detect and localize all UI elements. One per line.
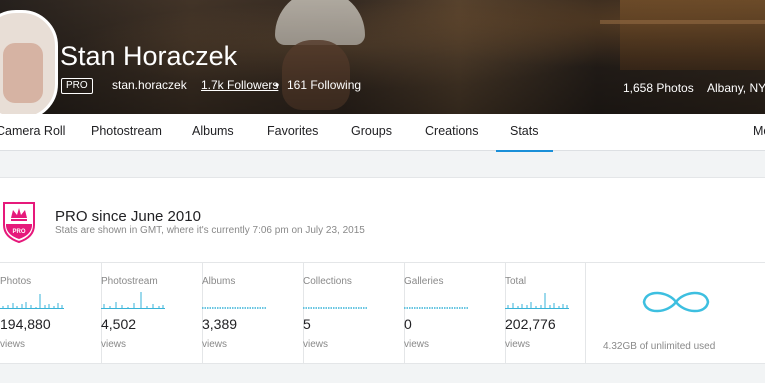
sparkline-icon [101,292,165,309]
stat-total[interactable]: Total 202,776 views [505,263,586,363]
sparkline-icon [505,293,569,309]
tab-stats[interactable]: Stats [496,124,553,152]
profile-header: Stan Horaczek PRO stan.horaczek 1.7k Fol… [0,0,765,114]
stat-value: 5 [303,316,311,332]
storage-usage-text: 4.32GB of unlimited used [603,341,716,352]
stat-value: 0 [404,316,412,332]
stat-value: 202,776 [505,316,556,332]
stats-card: PRO PRO since June 2010 Stats are shown … [0,177,765,364]
pro-badge[interactable]: PRO [61,78,93,94]
stat-label: Photostream [101,276,158,287]
stat-unit: views [101,339,127,350]
profile-name: Stan Horaczek [60,41,238,71]
stat-label: Collections [303,276,352,287]
flat-sparkline-icon [202,307,266,309]
tab-creations[interactable]: Creations [425,124,479,138]
photo-count: 1,658 Photos [623,81,694,95]
username: stan.horaczek [112,78,187,92]
stat-value: 194,880 [0,316,51,332]
crest-label: PRO [12,229,25,235]
tab-more[interactable]: Mo [753,124,765,138]
flat-sparkline-icon [303,307,367,309]
stat-unit: views [202,339,228,350]
following-link[interactable]: 161 Following [287,78,361,92]
stat-label: Total [505,276,527,287]
tab-photostream[interactable]: Photostream [91,124,162,138]
tab-albums[interactable]: Albums [192,124,234,138]
stat-unit: views [404,339,430,350]
stat-label: Galleries [404,276,444,287]
stat-galleries[interactable]: Galleries 0 views [404,263,506,363]
stats-timezone-note: Stats are shown in GMT, where it's curre… [55,225,365,236]
stat-unit: views [303,339,329,350]
avatar[interactable] [0,10,58,114]
stat-albums[interactable]: Albums 3,389 views [202,263,304,363]
stat-value: 4,502 [101,316,137,332]
separator-dot: • [275,78,280,92]
stat-collections[interactable]: Collections 5 views [303,263,405,363]
stat-photos[interactable]: Photos 194,880 views [0,263,102,363]
storage-usage: 4.32GB of unlimited used [586,263,765,363]
tab-camera-roll[interactable]: Camera Roll [0,124,65,138]
stat-unit: views [505,339,531,350]
profile-tabs: Camera Roll Photostream Albums Favorites… [0,114,765,152]
sparkline-icon [0,294,64,309]
pro-since-title: PRO since June 2010 [55,208,201,225]
tab-groups[interactable]: Groups [351,124,392,138]
followers-link[interactable]: 1.7k Followers [201,78,278,92]
stat-label: Photos [0,276,32,287]
pro-crest-icon: PRO [3,202,35,243]
avatar-image [3,43,43,103]
flat-sparkline-icon [404,307,468,309]
stat-photostream[interactable]: Photostream 4,502 views [101,263,203,363]
stat-label: Albums [202,276,236,287]
stat-value: 3,389 [202,316,238,332]
stats-row: Photos 194,880 views Photostream 4,502 v… [0,262,765,363]
stat-unit: views [0,339,26,350]
infinity-icon [642,291,710,313]
location: Albany, NY, [707,81,765,95]
tab-favorites[interactable]: Favorites [267,124,318,138]
